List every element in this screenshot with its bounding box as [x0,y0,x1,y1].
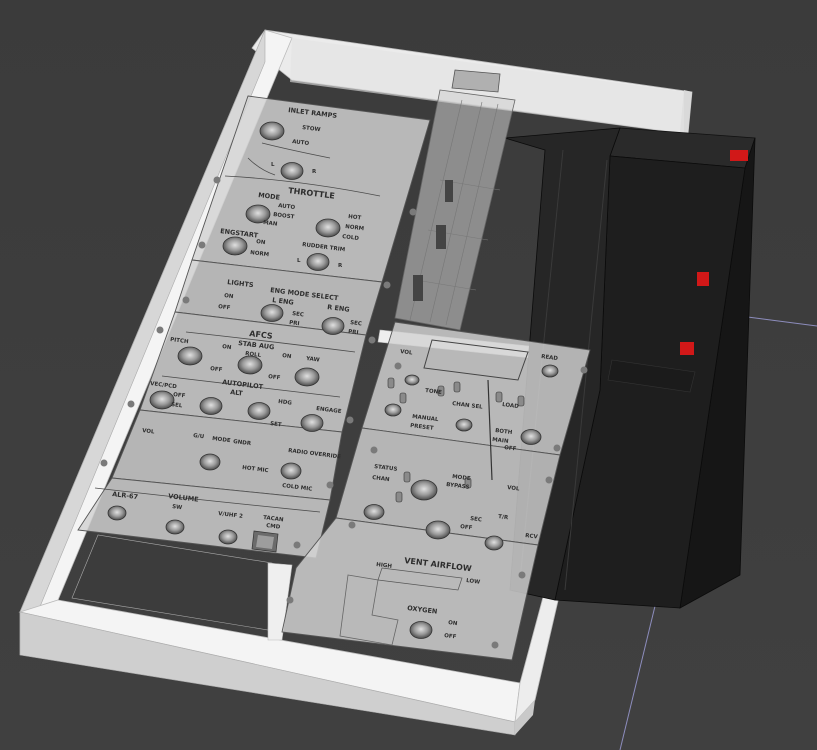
battery-terminal-top [730,150,748,161]
battery-terminal-mid [697,272,709,286]
svg-text:ON: ON [256,239,266,246]
svg-text:PRI: PRI [348,329,359,336]
viewport-3d-render[interactable]: INLET RAMPS STOW AUTO L R THROTTLE MODE … [0,0,817,750]
tacan-cmd-button[interactable] [251,530,279,553]
svg-text:L: L [297,258,301,264]
throttle-quadrant[interactable] [394,69,516,331]
axis-line-x [739,315,817,327]
cockpit-panel-scene: INLET RAMPS STOW AUTO L R THROTTLE MODE … [18,29,817,750]
svg-text:SW: SW [172,504,183,511]
svg-text:ON: ON [448,620,458,627]
svg-text:L: L [271,162,275,168]
svg-text:PRI: PRI [289,320,300,327]
svg-text:ON: ON [222,344,232,351]
svg-text:ON: ON [282,353,292,360]
svg-text:ON: ON [224,293,234,300]
battery-terminal-low [680,342,694,355]
svg-text:ALT: ALT [230,388,244,398]
